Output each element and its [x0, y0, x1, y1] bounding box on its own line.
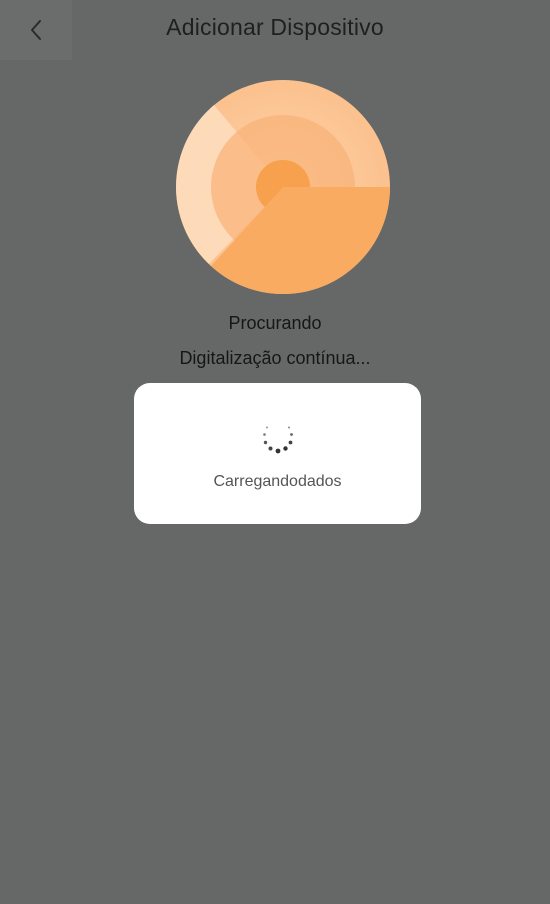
- page-title: Adicionar Dispositivo: [166, 14, 384, 40]
- scan-substatus: Digitalização contínua...: [179, 348, 371, 368]
- chevron-left-icon: [29, 18, 43, 42]
- back-button[interactable]: [0, 0, 72, 60]
- loading-dialog: Carregandodados: [134, 383, 421, 524]
- scan-status: Procurando: [228, 313, 322, 333]
- loading-spinner-icon: [258, 417, 298, 457]
- app-header: Adicionar Dispositivo: [0, 0, 550, 60]
- radar-scan-icon: [176, 80, 390, 294]
- loading-text: Carregandodados: [213, 473, 342, 490]
